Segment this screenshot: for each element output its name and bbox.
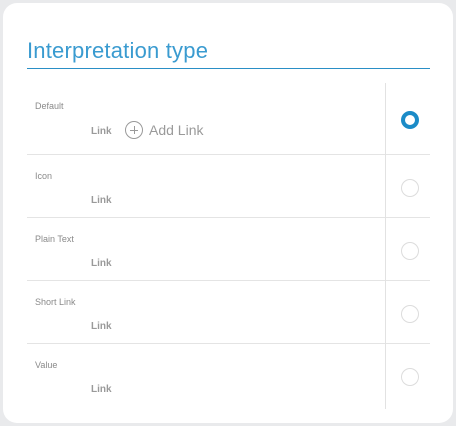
plus-circle-icon (125, 121, 143, 139)
radio-default[interactable] (401, 111, 419, 129)
option-value: Link (91, 195, 112, 206)
option-row-plain-text[interactable]: Plain Text Link (27, 218, 430, 281)
interpretation-type-card: Interpretation type Default Link Add Lin… (3, 3, 453, 423)
option-label: Value (35, 360, 58, 370)
section-header: Interpretation type (27, 37, 430, 69)
option-label: Icon (35, 171, 53, 181)
add-link-button[interactable]: Add Link (125, 121, 203, 139)
option-value: Link (91, 126, 112, 137)
option-row-short-link[interactable]: Short Link Link (27, 281, 430, 344)
add-link-label: Add Link (149, 122, 204, 138)
radio-plain-text[interactable] (401, 242, 419, 260)
option-row-default[interactable]: Default Link Add Link (27, 83, 430, 155)
radio-short-link[interactable] (401, 305, 419, 323)
option-value: Link (91, 321, 112, 332)
option-label: Plain Text (35, 234, 74, 244)
column-divider (385, 83, 386, 409)
option-label: Default (35, 101, 64, 111)
option-row-icon[interactable]: Icon Link (27, 155, 430, 218)
option-row-value[interactable]: Value Link (27, 344, 430, 407)
option-value: Link (91, 258, 112, 269)
option-value: Link (91, 384, 112, 395)
radio-value[interactable] (401, 368, 419, 386)
options-list: Default Link Add Link Icon Link Plain Te… (27, 83, 430, 407)
section-title: Interpretation type (27, 38, 209, 63)
radio-icon[interactable] (401, 179, 419, 197)
option-label: Short Link (35, 297, 76, 307)
